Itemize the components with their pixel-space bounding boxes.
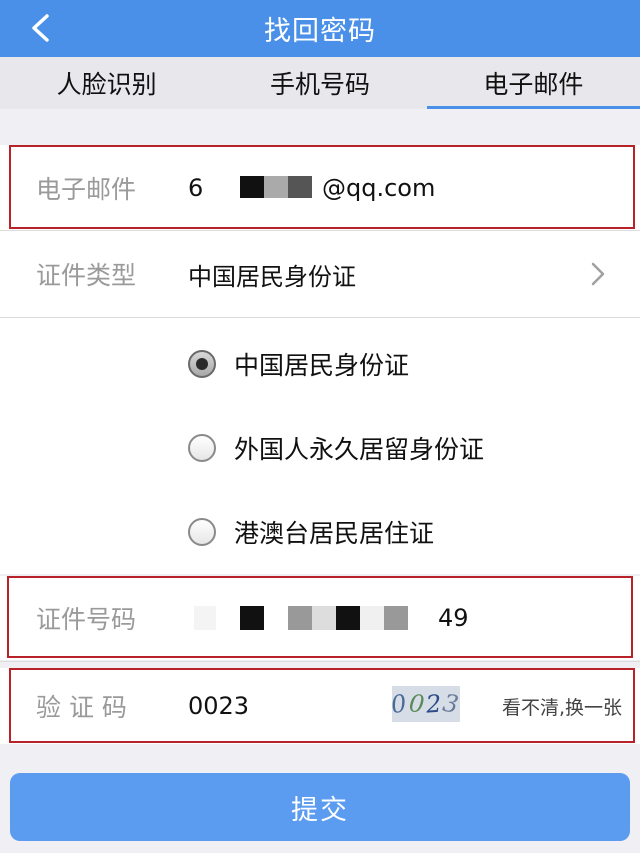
id-number-label: 证件号码	[36, 605, 137, 634]
tab-email[interactable]: 电子邮件	[426, 57, 640, 109]
redaction-block	[336, 606, 360, 630]
email-value-suffix: @qq.com	[322, 173, 436, 202]
id-option-foreign-permanent[interactable]: 外国人永久居留身份证	[188, 430, 484, 466]
id-type-label: 证件类型	[36, 261, 137, 290]
refresh-captcha-link[interactable]: 看不清,换一张	[502, 693, 622, 720]
captcha-row[interactable]: 验 证 码 0023 0023 看不清,换一张	[0, 668, 640, 744]
id-option-label: 外国人永久居留身份证	[234, 435, 485, 464]
email-label: 电子邮件	[36, 174, 137, 204]
radio-unchecked-icon[interactable]	[188, 518, 216, 546]
redaction-block	[194, 606, 216, 630]
redaction-block	[288, 606, 312, 630]
id-type-value: 中国居民身份证	[188, 262, 356, 291]
email-value-prefix: 6	[188, 173, 204, 202]
redaction-block	[264, 176, 288, 198]
chevron-left-icon	[32, 14, 49, 42]
email-row[interactable]: 电子邮件 6 @qq.com	[0, 145, 640, 230]
id-option-label: 港澳台居民居住证	[234, 519, 435, 548]
page-title: 找回密码	[264, 16, 376, 47]
id-type-options: 中国居民身份证 外国人永久居留身份证 港澳台居民居住证	[0, 318, 640, 574]
divider	[0, 661, 640, 662]
redaction-block	[384, 606, 408, 630]
back-button[interactable]	[18, 6, 62, 50]
redaction-block	[240, 606, 264, 630]
radio-checked-icon[interactable]	[188, 350, 216, 378]
header-bar: 找回密码	[0, 0, 640, 57]
id-option-label: 中国居民身份证	[234, 351, 410, 380]
captcha-label: 验 证 码	[36, 693, 127, 722]
captcha-input[interactable]: 0023	[188, 692, 249, 720]
redaction-block	[360, 606, 384, 630]
tab-face-recognition[interactable]: 人脸识别	[0, 57, 213, 109]
submit-button[interactable]: 提交	[10, 773, 630, 841]
id-type-row[interactable]: 证件类型 中国居民身份证	[0, 231, 640, 317]
redaction-block	[240, 176, 264, 198]
redaction-block	[288, 176, 312, 198]
chevron-right-icon[interactable]	[586, 262, 610, 286]
redaction-block	[312, 606, 336, 630]
tab-phone-number[interactable]: 手机号码	[213, 57, 426, 109]
id-number-row[interactable]: 证件号码 49	[0, 576, 640, 660]
captcha-image[interactable]: 0023	[390, 686, 463, 722]
tab-bar: 人脸识别 手机号码 电子邮件	[0, 57, 640, 109]
id-option-resident-id[interactable]: 中国居民身份证	[188, 346, 409, 382]
radio-unchecked-icon[interactable]	[188, 434, 216, 462]
id-number-value-suffix: 49	[438, 604, 469, 632]
id-option-hk-macao-taiwan[interactable]: 港澳台居民居住证	[188, 514, 434, 550]
